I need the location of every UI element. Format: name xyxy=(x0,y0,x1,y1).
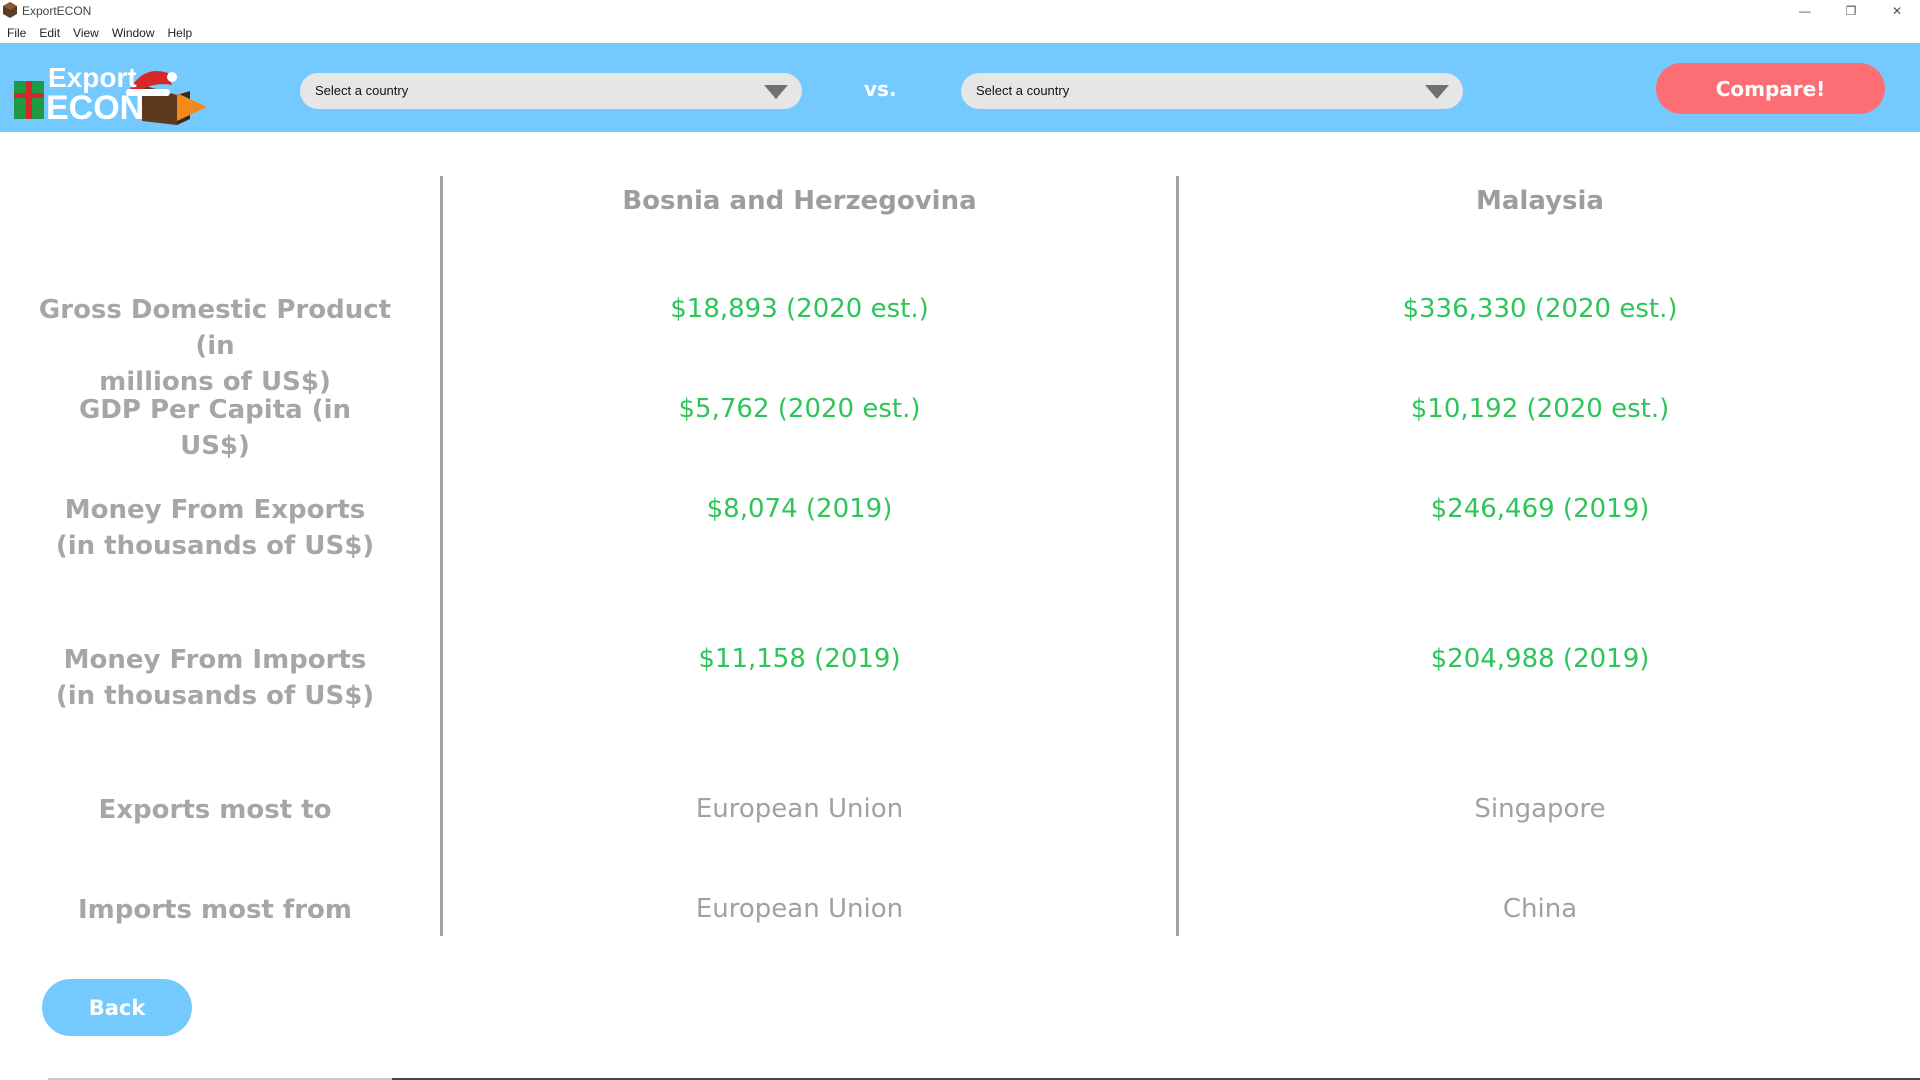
country-left-header: Bosnia and Herzegovina xyxy=(622,186,977,216)
minimize-button[interactable]: — xyxy=(1782,0,1828,22)
gdp-per-capita-value-left: $5,762 (2020 est.) xyxy=(678,394,921,424)
metric-label-gdp: Gross Domestic Product (in millions of U… xyxy=(38,295,392,397)
metric-label-imports: Money From Imports (in thousands of US$) xyxy=(55,645,375,711)
chevron-down-icon xyxy=(1425,85,1449,99)
window-controls: — ❐ ✕ xyxy=(1782,0,1920,22)
menu-bar: File Edit View Window Help xyxy=(0,22,1920,43)
title-bar: ExportECON — ❐ ✕ xyxy=(0,0,1920,22)
metric-label-exports-most-to: Exports most to xyxy=(98,795,332,825)
window-title: ExportECON xyxy=(22,4,92,18)
gdp-value-right: $336,330 (2020 est.) xyxy=(1402,294,1678,324)
gdp-value-left: $18,893 (2020 est.) xyxy=(670,294,929,324)
gdp-per-capita-value-right: $10,192 (2020 est.) xyxy=(1410,394,1670,424)
menu-file[interactable]: File xyxy=(7,26,26,40)
exportecon-logo: Export ECON xyxy=(14,62,207,125)
restore-button[interactable]: ❐ xyxy=(1828,0,1874,22)
imports-value-left: $11,158 (2019) xyxy=(698,644,901,674)
country-select-left[interactable]: Select a country xyxy=(300,73,802,109)
exports-most-to-left: European Union xyxy=(695,794,904,824)
logo-text-econ: ECON xyxy=(46,89,144,125)
imports-most-from-right: China xyxy=(1502,894,1578,924)
country-right-header: Malaysia xyxy=(1476,186,1604,216)
menu-help[interactable]: Help xyxy=(168,26,193,40)
minimize-icon: — xyxy=(1799,4,1811,18)
close-button[interactable]: ✕ xyxy=(1874,0,1920,22)
chevron-down-icon xyxy=(764,85,788,99)
metric-label-exports: Money From Exports (in thousands of US$) xyxy=(55,495,375,561)
vs-label: vs. xyxy=(864,77,897,101)
toolbar: Export ECON Select a country vs. Select … xyxy=(0,43,1920,132)
country-select-right[interactable]: Select a country xyxy=(961,73,1463,109)
compare-button[interactable]: Compare! xyxy=(1656,63,1885,114)
metric-label-gdp-per-capita: GDP Per Capita (in US$) xyxy=(78,395,352,461)
exports-value-right: $246,469 (2019) xyxy=(1430,494,1650,524)
menu-view[interactable]: View xyxy=(73,26,99,40)
back-button[interactable]: Back xyxy=(42,979,192,1036)
restore-icon: ❐ xyxy=(1845,4,1857,18)
exports-most-to-right: Singapore xyxy=(1474,794,1606,824)
country-select-right-value: Select a country xyxy=(976,83,1070,98)
close-icon: ✕ xyxy=(1891,4,1903,18)
imports-value-right: $204,988 (2019) xyxy=(1430,644,1650,674)
menu-window[interactable]: Window xyxy=(112,26,155,40)
exports-value-left: $8,074 (2019) xyxy=(706,494,893,524)
metric-label-imports-most-from: Imports most from xyxy=(77,895,352,925)
app-icon xyxy=(3,2,17,18)
menu-edit[interactable]: Edit xyxy=(39,26,60,40)
country-select-left-value: Select a country xyxy=(315,83,409,98)
imports-most-from-left: European Union xyxy=(695,894,904,924)
